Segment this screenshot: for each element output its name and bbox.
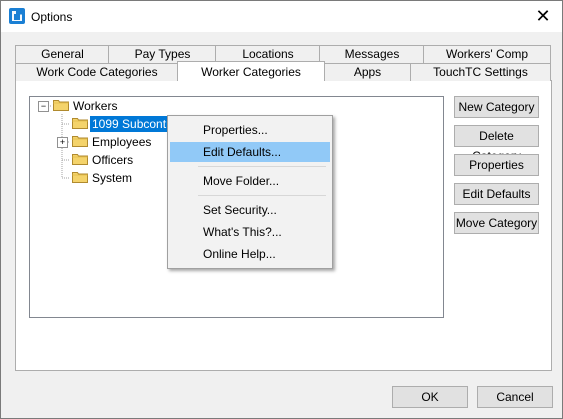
folder-icon <box>53 99 69 111</box>
tab-touchtc-settings[interactable]: TouchTC Settings <box>410 63 551 81</box>
menu-item-move-folder[interactable]: Move Folder... <box>170 171 330 191</box>
expand-icon[interactable]: + <box>57 137 68 148</box>
tree-label-workers: Workers <box>73 99 118 113</box>
tab-work-code-categories[interactable]: Work Code Categories <box>15 63 179 81</box>
folder-icon <box>72 135 88 147</box>
tree-label-employees: Employees <box>92 135 152 149</box>
properties-button[interactable]: Properties <box>454 154 539 176</box>
window-title: Options <box>31 10 73 24</box>
folder-icon <box>72 153 88 165</box>
menu-item-online-help[interactable]: Online Help... <box>170 244 330 264</box>
tree-node-root[interactable]: − Workers <box>30 98 230 114</box>
tree-label-officers: Officers <box>92 153 134 167</box>
tab-workers-comp[interactable]: Workers' Comp <box>423 45 551 63</box>
collapse-icon[interactable]: − <box>38 101 49 112</box>
close-icon[interactable]: ✕ <box>530 4 556 28</box>
delete-category-button[interactable]: Delete Category <box>454 125 539 163</box>
cancel-button[interactable]: Cancel <box>477 386 553 408</box>
context-menu: Properties... Edit Defaults... Move Fold… <box>167 115 333 269</box>
tab-messages[interactable]: Messages <box>319 45 425 63</box>
folder-icon <box>72 171 88 183</box>
menu-item-edit-defaults[interactable]: Edit Defaults... <box>170 142 330 162</box>
title-bar: Options ✕ <box>1 1 562 32</box>
tab-apps[interactable]: Apps <box>323 63 412 81</box>
move-category-button[interactable]: Move Category <box>454 212 539 234</box>
tab-row-front: Work Code Categories Worker Categories A… <box>15 61 551 81</box>
edit-defaults-button[interactable]: Edit Defaults <box>454 183 539 205</box>
app-logo-icon <box>9 8 25 24</box>
tab-worker-categories[interactable]: Worker Categories <box>177 61 325 81</box>
menu-item-properties[interactable]: Properties... <box>170 120 330 140</box>
menu-separator <box>198 195 326 196</box>
menu-item-whats-this[interactable]: What's This?... <box>170 222 330 242</box>
tab-general[interactable]: General <box>15 45 110 63</box>
tree-label-system: System <box>92 171 133 185</box>
menu-item-set-security[interactable]: Set Security... <box>170 200 330 220</box>
new-category-button[interactable]: New Category <box>454 96 539 118</box>
ok-button[interactable]: OK <box>392 386 468 408</box>
folder-icon <box>72 117 88 129</box>
menu-separator <box>198 166 326 167</box>
